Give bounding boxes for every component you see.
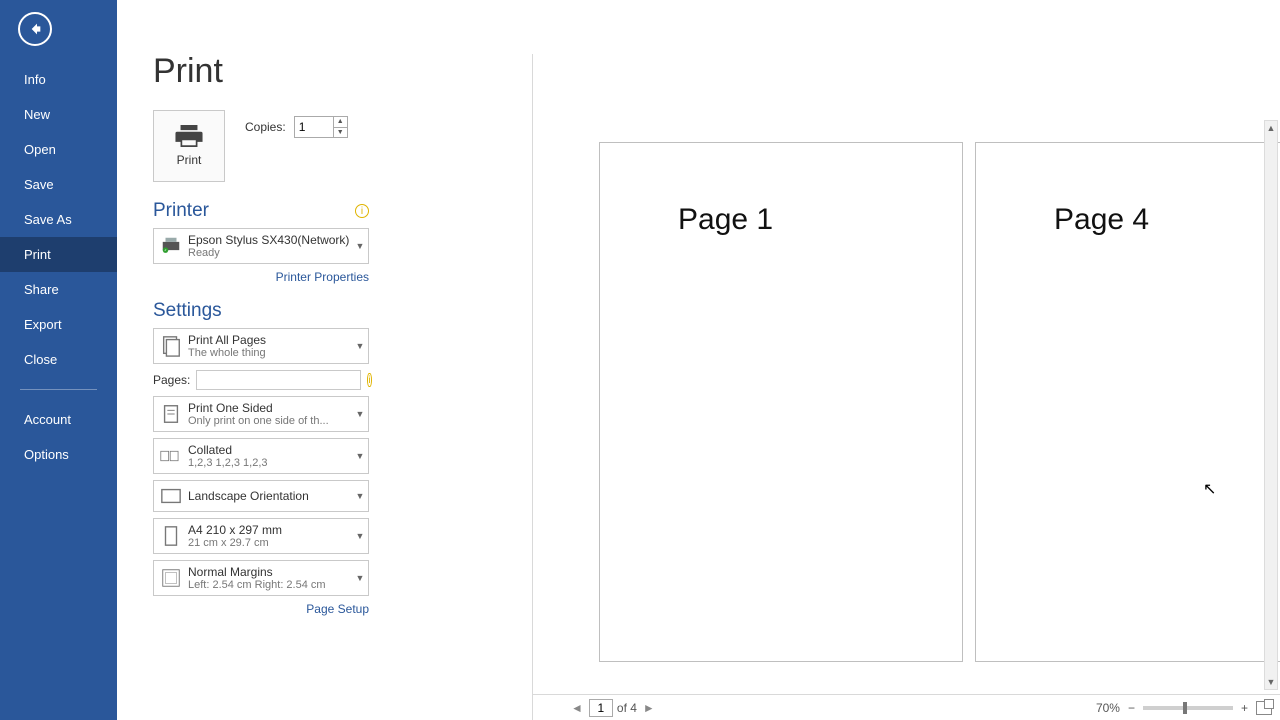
chevron-down-icon: ▼ — [352, 531, 368, 541]
sidebar-item-save-as[interactable]: Save As — [0, 202, 117, 237]
info-icon[interactable]: i — [355, 204, 369, 218]
sidebar-item-share[interactable]: Share — [0, 272, 117, 307]
main-pane: Print Print Copies: ▲ ▼ Printer i — [117, 0, 1280, 720]
preview-scrollbar[interactable]: ▲ ▼ — [1264, 120, 1278, 690]
margins-title: Normal Margins — [188, 565, 352, 579]
pages-icon — [154, 335, 188, 357]
chevron-down-icon: ▼ — [352, 341, 368, 351]
preview-page-left: Page 1 — [599, 142, 963, 662]
sidebar-item-new[interactable]: New — [0, 97, 117, 132]
copies-label: Copies: — [245, 120, 286, 134]
margins-icon — [154, 567, 188, 589]
zoom-slider[interactable] — [1143, 706, 1233, 710]
sidebar-item-open[interactable]: Open — [0, 132, 117, 167]
sidebar-item-close[interactable]: Close — [0, 342, 117, 377]
printer-properties-link[interactable]: Printer Properties — [153, 270, 369, 284]
copies-row: Copies: ▲ ▼ — [245, 116, 348, 138]
spinner-up[interactable]: ▲ — [334, 117, 347, 127]
zoom-slider-knob[interactable] — [1183, 702, 1187, 714]
sidebar-item-print[interactable]: Print — [0, 237, 117, 272]
margins-select[interactable]: Normal Margins Left: 2.54 cm Right: 2.54… — [153, 560, 369, 596]
page-title: Print — [153, 52, 223, 91]
print-scope-sub: The whole thing — [188, 347, 352, 359]
page-setup-link[interactable]: Page Setup — [153, 602, 369, 616]
collate-title: Collated — [188, 443, 352, 457]
chevron-down-icon: ▼ — [352, 491, 368, 501]
printer-heading: Printer — [153, 200, 209, 222]
scroll-down-button[interactable]: ▼ — [1265, 675, 1277, 689]
preview-page-right-label: Page 4 — [1054, 203, 1149, 237]
landscape-icon — [154, 485, 188, 507]
print-block: Print Copies: ▲ ▼ — [153, 110, 348, 182]
page-nav: ◄ of 4 ► — [569, 699, 657, 717]
scroll-up-button[interactable]: ▲ — [1265, 121, 1277, 135]
chevron-down-icon: ▼ — [352, 451, 368, 461]
collate-icon — [154, 445, 188, 467]
paper-size-select[interactable]: A4 210 x 297 mm 21 cm x 29.7 cm ▼ — [153, 518, 369, 554]
printer-device-icon — [154, 235, 188, 257]
print-scope-title: Print All Pages — [188, 333, 352, 347]
zoom-out-button[interactable]: − — [1126, 701, 1137, 715]
paper-title: A4 210 x 297 mm — [188, 523, 352, 537]
orientation-title: Landscape Orientation — [188, 489, 352, 503]
printer-select[interactable]: Epson Stylus SX430(Network) Ready ▼ — [153, 228, 369, 264]
settings-section: Settings Print All Pages The whole thing… — [153, 300, 369, 616]
info-icon[interactable]: i — [367, 373, 371, 387]
printer-name: Epson Stylus SX430(Network) — [188, 233, 352, 247]
paper-sub: 21 cm x 29.7 cm — [188, 537, 352, 549]
one-sided-icon — [154, 403, 188, 425]
settings-heading: Settings — [153, 300, 369, 322]
preview-page-right: Page 4 — [975, 142, 1280, 662]
spinner-buttons: ▲ ▼ — [333, 117, 347, 137]
prev-page-button[interactable]: ◄ — [569, 701, 585, 715]
chevron-down-icon: ▼ — [352, 409, 368, 419]
sidebar-item-save[interactable]: Save — [0, 167, 117, 202]
zoom-in-button[interactable]: + — [1239, 701, 1250, 715]
sidebar-item-options[interactable]: Options — [0, 437, 117, 472]
chevron-down-icon: ▼ — [352, 573, 368, 583]
preview-footer: ◄ of 4 ► 70% − + — [533, 694, 1280, 720]
backstage-sidebar: Info New Open Save Save As Print Share E… — [0, 0, 117, 720]
chevron-down-icon: ▼ — [352, 241, 368, 251]
print-button-label: Print — [177, 153, 202, 167]
pages-label: Pages: — [153, 373, 190, 387]
sides-sub: Only print on one side of th... — [188, 415, 352, 427]
printer-section: Printer i Epson Stylus SX430(Network) Re… — [153, 200, 369, 284]
sidebar-item-export[interactable]: Export — [0, 307, 117, 342]
copies-input[interactable] — [295, 117, 333, 137]
total-pages-label: of 4 — [617, 701, 637, 715]
paper-icon — [154, 525, 188, 547]
zoom-value: 70% — [1096, 701, 1120, 715]
printer-icon — [175, 125, 203, 147]
orientation-select[interactable]: Landscape Orientation ▼ — [153, 480, 369, 512]
margins-sub: Left: 2.54 cm Right: 2.54 cm — [188, 579, 352, 591]
spinner-down[interactable]: ▼ — [334, 127, 347, 138]
print-scope-select[interactable]: Print All Pages The whole thing ▼ — [153, 328, 369, 364]
sidebar-separator — [20, 389, 97, 390]
arrow-left-icon — [27, 21, 43, 37]
print-button[interactable]: Print — [153, 110, 225, 182]
printer-status: Ready — [188, 247, 352, 259]
collate-sub: 1,2,3 1,2,3 1,2,3 — [188, 457, 352, 469]
zoom-controls: 70% − + — [1096, 701, 1272, 715]
sidebar-item-account[interactable]: Account — [0, 402, 117, 437]
preview-page-left-label: Page 1 — [678, 203, 773, 237]
fit-to-window-button[interactable] — [1256, 701, 1272, 715]
sides-select[interactable]: Print One Sided Only print on one side o… — [153, 396, 369, 432]
current-page-input[interactable] — [589, 699, 613, 717]
pages-row: Pages: i — [153, 370, 369, 390]
sides-title: Print One Sided — [188, 401, 352, 415]
sidebar-item-info[interactable]: Info — [0, 62, 117, 97]
print-preview: Page 1 Page 4 ↖ ▲ ▼ ◄ of 4 ► 70% − + — [533, 54, 1280, 720]
next-page-button[interactable]: ► — [641, 701, 657, 715]
pages-input[interactable] — [196, 370, 361, 390]
back-button[interactable] — [18, 12, 52, 46]
copies-spinner[interactable]: ▲ ▼ — [294, 116, 348, 138]
collate-select[interactable]: Collated 1,2,3 1,2,3 1,2,3 ▼ — [153, 438, 369, 474]
